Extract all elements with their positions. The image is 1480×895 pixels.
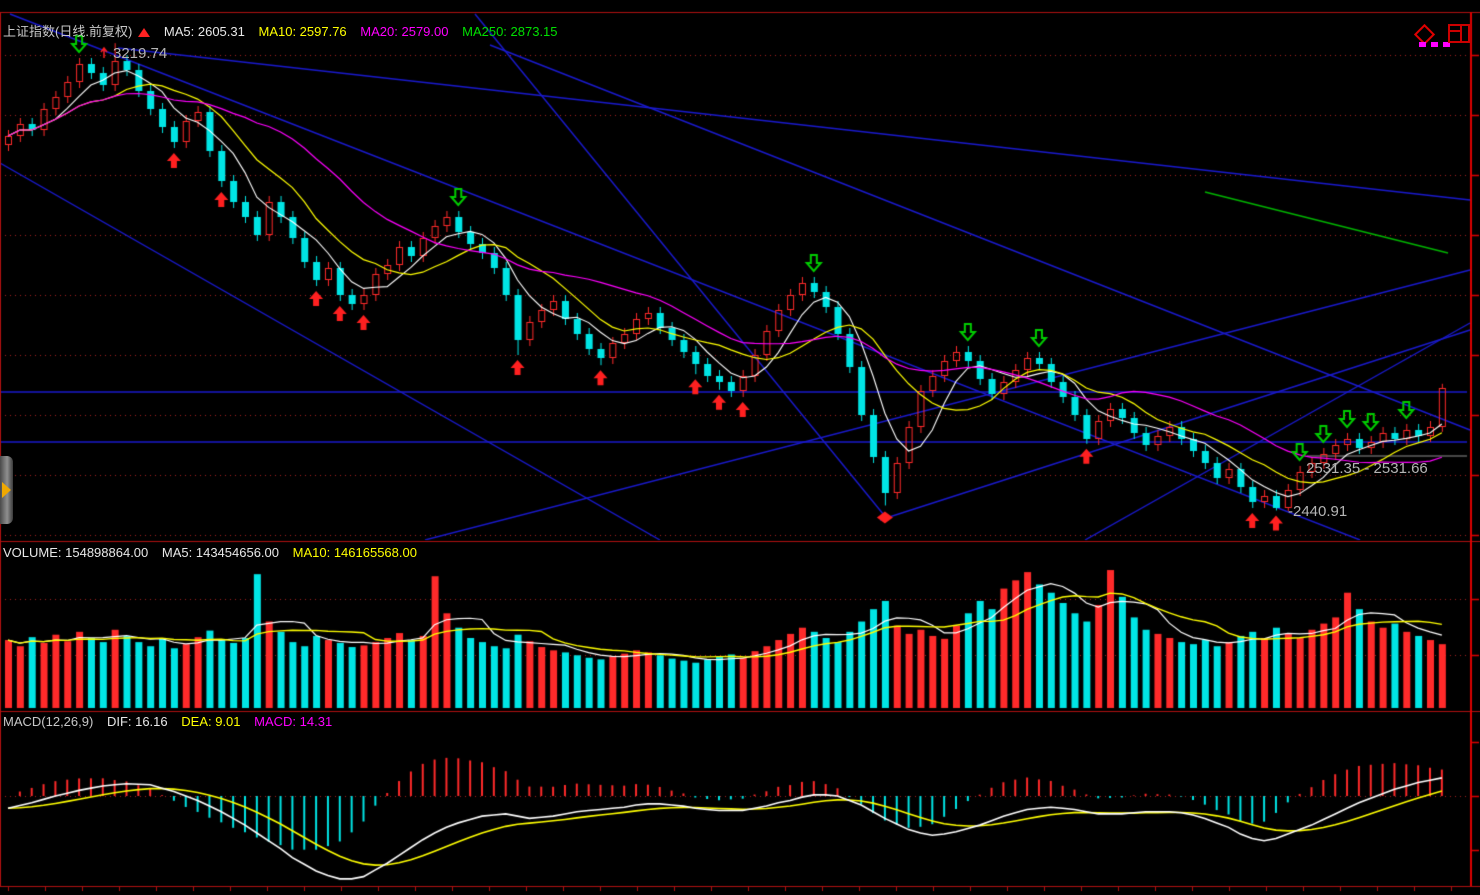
symbol-title: 上证指数(日线.前复权) [3, 24, 132, 39]
ma10-value: MA10: 2597.76 [258, 24, 346, 39]
macd-pane-header: MACD(12,26,9) DIF: 16.16 DEA: 9.01 MACD:… [3, 714, 342, 729]
low-price-label: -2440.91 [1288, 503, 1347, 520]
peak-price-label: 3219.74 [113, 45, 167, 62]
dif-value: DIF: 16.16 [107, 714, 168, 729]
ma250-value: MA250: 2873.15 [462, 24, 557, 39]
expand-arrow-icon [2, 482, 11, 498]
range-price-label: 2531.35 - 2531.66 [1306, 460, 1428, 477]
macd-value: MACD: 14.31 [254, 714, 332, 729]
volume-ma5-value: MA5: 143454656.00 [162, 545, 279, 560]
sidebar-expander-tab[interactable] [0, 456, 13, 524]
macd-name: MACD(12,26,9) [3, 714, 93, 729]
trading-terminal: 系统 功能 报价 分析 扩展行情 资讯 工具 帮助 期权 交易 证券行情分析平台… [0, 0, 1480, 895]
volume-ma10-value: MA10: 146165568.00 [293, 545, 417, 560]
ma20-value: MA20: 2579.00 [360, 24, 448, 39]
chart-canvas[interactable] [0, 0, 1480, 895]
volume-pane-header: VOLUME: 154898864.00 MA5: 143454656.00 M… [3, 545, 427, 560]
main-pane-header: 上证指数(日线.前复权) MA5: 2605.31 MA10: 2597.76 … [3, 21, 568, 40]
up-arrow-icon [138, 28, 150, 37]
dea-value: DEA: 9.01 [181, 714, 240, 729]
volume-value: VOLUME: 154898864.00 [3, 545, 148, 560]
split-window-icon[interactable] [1448, 24, 1470, 43]
more-options-icon[interactable] [1419, 42, 1450, 47]
ma5-value: MA5: 2605.31 [164, 24, 245, 39]
